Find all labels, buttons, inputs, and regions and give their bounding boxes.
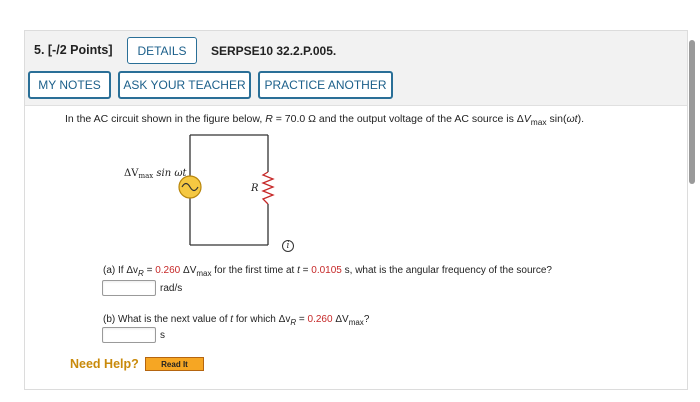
part-a-answer-input[interactable] [102, 280, 156, 296]
ac-source-icon [178, 175, 202, 199]
part-b-answer-input[interactable] [102, 327, 156, 343]
circuit-figure: ΔVmax sin ωt R [124, 134, 275, 246]
part-b-question: (b) What is the next value of t for whic… [103, 314, 370, 327]
read-it-button[interactable]: Read It [145, 357, 204, 371]
my-notes-button[interactable]: MY NOTES [28, 71, 111, 99]
question-prompt: In the AC circuit shown in the figure be… [65, 113, 584, 127]
question-code: SERPSE10 32.2.P.005. [211, 44, 337, 58]
part-b-unit: s [160, 330, 165, 341]
scrollbar[interactable] [689, 40, 695, 184]
part-a-question: (a) If ΔvR = 0.260 ΔVmax for the first t… [103, 265, 552, 278]
ask-teacher-button[interactable]: ASK YOUR TEACHER [118, 71, 251, 99]
practice-another-button[interactable]: PRACTICE ANOTHER [258, 71, 393, 99]
part-a-unit: rad/s [160, 283, 183, 294]
resistor-label: R [250, 183, 259, 194]
resistor-icon [261, 171, 275, 205]
question-number-points: 5. [-/2 Points] [34, 43, 113, 57]
details-button[interactable]: DETAILS [127, 37, 197, 64]
need-help-label: Need Help? [70, 357, 139, 371]
source-label: ΔVmax sin ωt [124, 168, 188, 180]
info-icon[interactable]: i [282, 240, 294, 252]
